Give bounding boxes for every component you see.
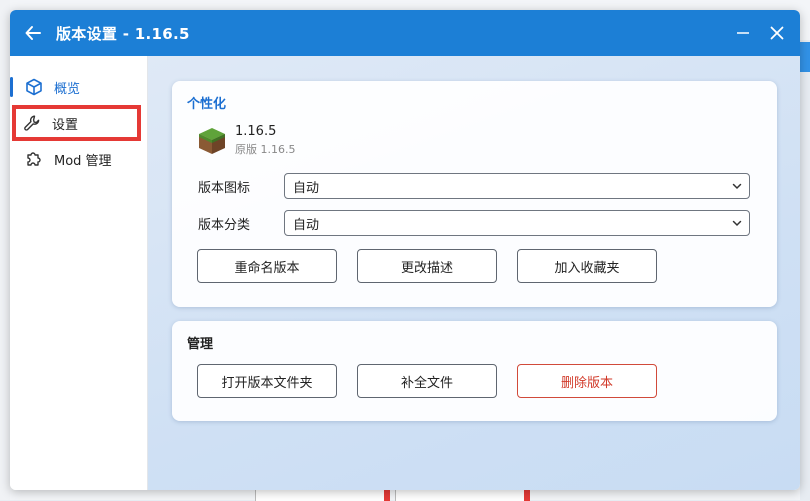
minimize-button[interactable] (726, 10, 760, 56)
chevron-down-icon (732, 220, 742, 227)
delete-version-button[interactable]: 删除版本 (517, 364, 657, 398)
background-right-icon (800, 42, 810, 72)
title-bar: 版本设置 - 1.16.5 (10, 10, 800, 56)
sidebar-item-label: 概览 (54, 81, 81, 97)
close-button[interactable] (760, 10, 794, 56)
section-title: 管理 (187, 337, 214, 352)
cube-icon (24, 77, 44, 97)
personalize-card: 个性化 1.16.5 原版 1.16.5 版本图标 自动 版本分类 自动 重命名… (172, 81, 777, 307)
version-category-select[interactable]: 自动 (284, 210, 750, 236)
wrench-icon (22, 113, 42, 133)
sidebar: 概览 设置 Mod 管理 (10, 56, 148, 490)
background-left-strip (0, 0, 10, 500)
sidebar-item-label: 设置 (52, 117, 79, 133)
sidebar-item-label: Mod 管理 (54, 153, 112, 169)
version-name: 1.16.5 (235, 124, 277, 139)
version-subtitle: 原版 1.16.5 (235, 143, 296, 156)
back-button[interactable] (10, 10, 56, 56)
minimize-icon (737, 32, 749, 34)
open-version-folder-button[interactable]: 打开版本文件夹 (197, 364, 337, 398)
background-right-panel (800, 40, 810, 500)
close-icon (770, 26, 784, 40)
change-description-button[interactable]: 更改描述 (357, 249, 497, 283)
grass-block-icon (199, 127, 225, 154)
puzzle-icon (24, 149, 44, 169)
arrow-left-icon (25, 26, 41, 40)
rename-version-button[interactable]: 重命名版本 (197, 249, 337, 283)
main-content: 个性化 1.16.5 原版 1.16.5 版本图标 自动 版本分类 自动 重命名… (148, 56, 800, 490)
section-title: 个性化 (187, 97, 227, 112)
complete-files-button[interactable]: 补全文件 (357, 364, 497, 398)
window-title: 版本设置 - 1.16.5 (56, 24, 190, 43)
version-icon-select[interactable]: 自动 (284, 173, 750, 199)
add-to-favorites-button[interactable]: 加入收藏夹 (517, 249, 657, 283)
version-info: 1.16.5 原版 1.16.5 (197, 124, 295, 157)
chevron-down-icon (732, 183, 742, 190)
version-icon-row: 版本图标 自动 (198, 173, 750, 199)
sidebar-item-overview[interactable]: 概览 (10, 69, 147, 105)
sidebar-item-mod-management[interactable]: Mod 管理 (10, 141, 147, 177)
version-category-row: 版本分类 自动 (198, 210, 750, 236)
version-category-label: 版本分类 (198, 217, 251, 233)
version-icon-label: 版本图标 (198, 180, 251, 196)
sidebar-item-settings[interactable]: 设置 (12, 105, 141, 141)
select-value: 自动 (293, 180, 320, 196)
version-settings-dialog: 版本设置 - 1.16.5 概览 设置 Mod 管理 个性化 1.16.5 原版… (10, 10, 800, 490)
select-value: 自动 (293, 217, 320, 233)
manage-card: 管理 打开版本文件夹 补全文件 删除版本 (172, 321, 777, 421)
